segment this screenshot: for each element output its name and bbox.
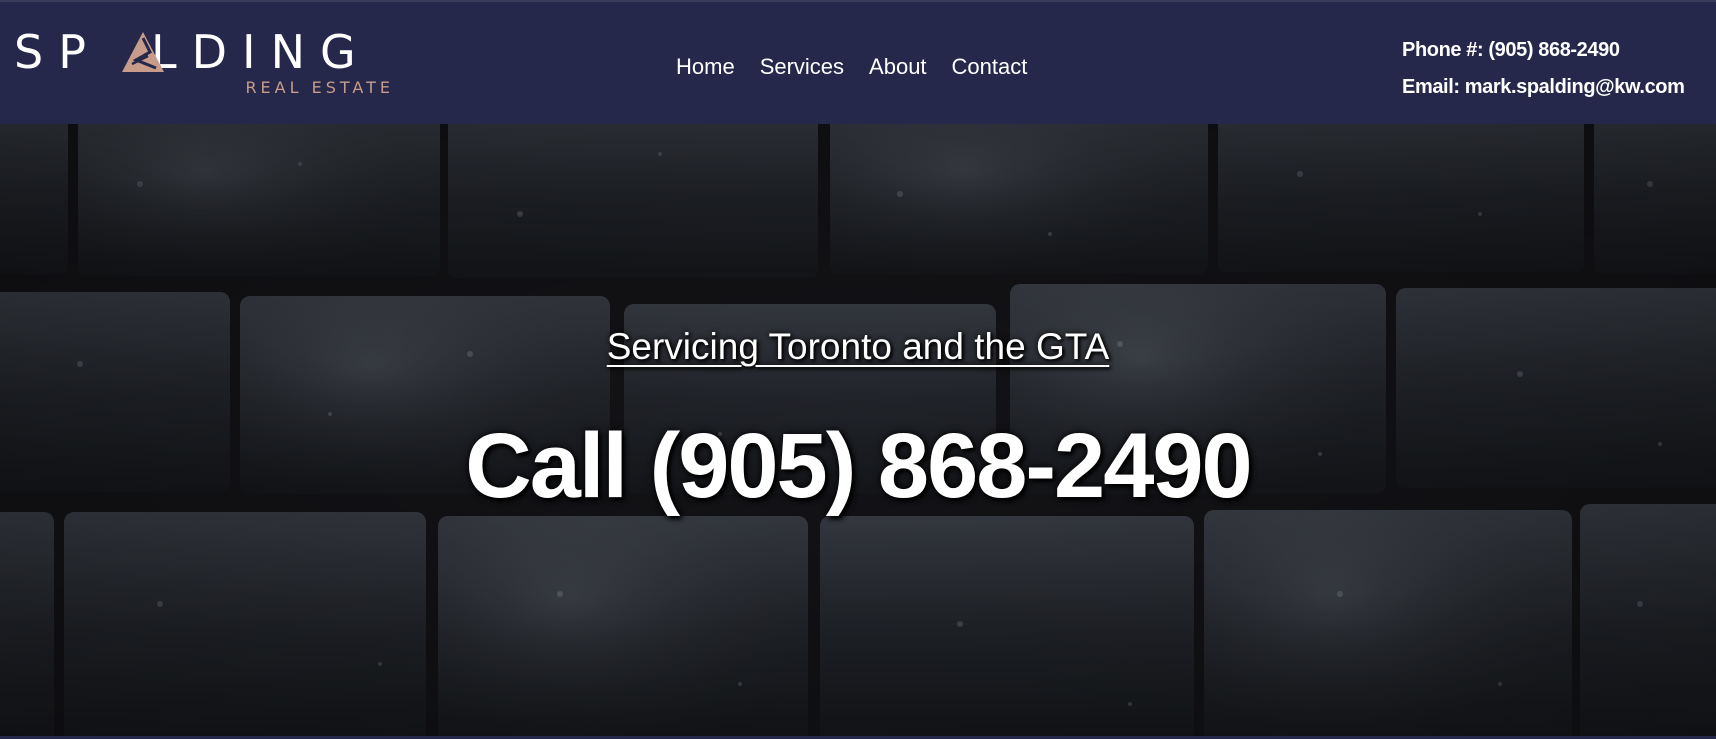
header-phone[interactable]: Phone #: (905) 868-2490 — [1402, 32, 1702, 69]
hero-section: Servicing Toronto and the GTA Call (905)… — [0, 124, 1716, 736]
header-contact: Phone #: (905) 868-2490 Email: mark.spal… — [1402, 32, 1702, 106]
nav-contact-link[interactable]: Contact — [952, 54, 1028, 80]
nav-about-link[interactable]: About — [869, 54, 927, 80]
page: SP LDING REAL ESTATE Home Services About … — [0, 0, 1716, 739]
site-header: SP LDING REAL ESTATE Home Services About … — [0, 0, 1716, 124]
logo-wordmark: SP LDING — [14, 28, 371, 76]
logo-subtitle: REAL ESTATE — [245, 78, 394, 97]
spalding-logo[interactable]: SP LDING REAL ESTATE — [14, 28, 394, 100]
nav-home-link[interactable]: Home — [676, 54, 735, 80]
main-nav: Home Services About Contact — [676, 52, 1027, 82]
hero-call-heading: Call (905) 868-2490 — [465, 415, 1252, 517]
logo-word-left: SP — [14, 25, 101, 79]
nav-services-link[interactable]: Services — [760, 54, 844, 80]
triangle-a-logo-icon — [122, 32, 164, 72]
logo-word-right: LDING — [150, 25, 371, 79]
header-email[interactable]: Email: mark.spalding@kw.com — [1402, 69, 1702, 106]
hero-tagline-wrap: Servicing Toronto and the GTA — [0, 326, 1716, 368]
hero-tagline[interactable]: Servicing Toronto and the GTA — [607, 326, 1110, 367]
